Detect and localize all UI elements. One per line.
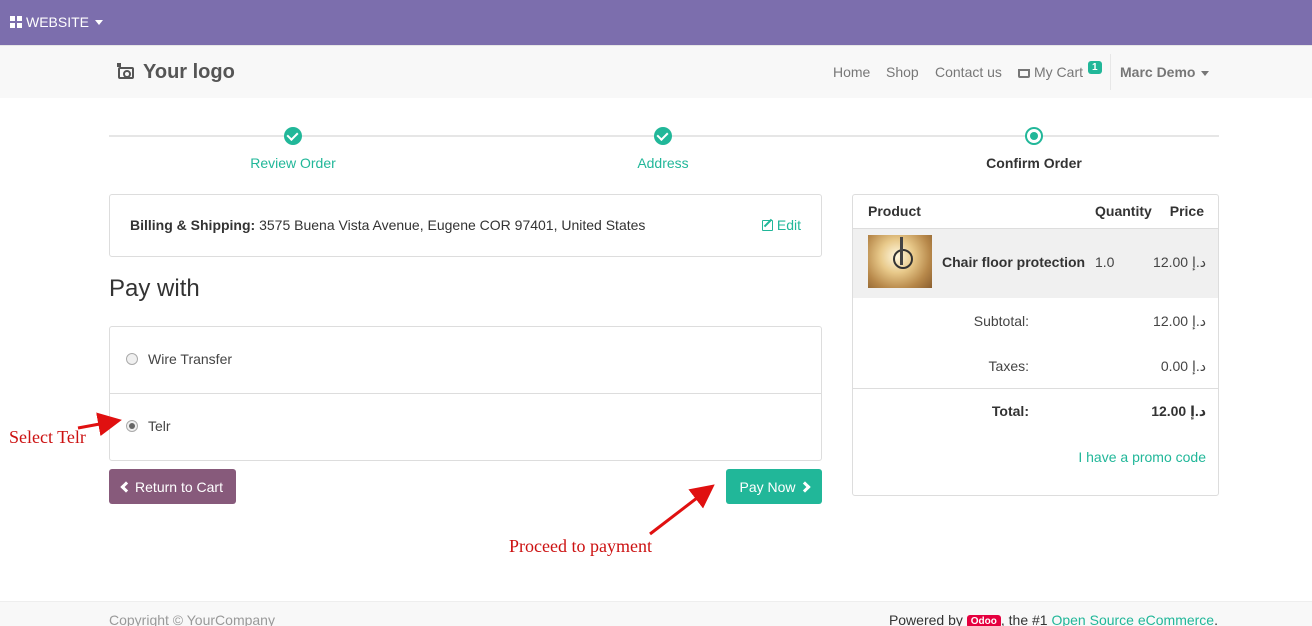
billing-address: Billing & Shipping: 3575 Buena Vista Ave… [130, 217, 645, 233]
payment-method-telr[interactable]: Telr [110, 394, 821, 461]
billing-shipping-box: Billing & Shipping: 3575 Buena Vista Ave… [109, 194, 822, 257]
total-value: 12.00 د.إ [1151, 403, 1206, 419]
taxes-label: Taxes: [988, 358, 1029, 374]
site-logo[interactable]: Your logo [117, 61, 235, 84]
total-label: Total: [991, 403, 1029, 419]
user-menu[interactable]: Marc Demo [1120, 64, 1210, 80]
taxes-value: 0.00 د.إ [1160, 358, 1206, 374]
edit-label: Edit [776, 217, 801, 233]
admin-bar: WEBSITE [0, 0, 1312, 45]
annotation-select-telr: Select Telr [9, 427, 86, 447]
camera-icon [117, 62, 134, 79]
edit-icon [761, 220, 773, 231]
payment-method-wire-transfer[interactable]: Wire Transfer [110, 327, 821, 394]
order-summary: Product Quantity Price Chair floor prote… [852, 194, 1219, 496]
telr-radio[interactable] [126, 420, 138, 432]
subtotal-value: 12.00 د.إ [1153, 313, 1206, 329]
billing-label: Billing & Shipping: [130, 217, 256, 233]
chevron-right-icon [798, 480, 811, 493]
step-confirm-current-icon [1025, 127, 1043, 145]
step-address[interactable]: Address [563, 155, 763, 171]
summary-product-row: Chair floor protection 1.0 12.00 د.إ [853, 228, 1218, 298]
annotation-proceed-payment: Proceed to payment [509, 536, 652, 556]
product-image [868, 235, 932, 288]
billing-address-value: 3575 Buena Vista Avenue, Eugene COR 9740… [259, 217, 646, 233]
website-menu[interactable]: WEBSITE [10, 14, 104, 30]
nav-shop[interactable]: Shop [886, 64, 919, 80]
cart-count-badge: 1 [1088, 61, 1102, 74]
powered-suffix: . [1214, 612, 1218, 626]
caret-down-icon [1201, 70, 1210, 76]
step-address-check-icon [654, 127, 672, 145]
navbar: Your logo Home Shop Contact us My Cart 1… [0, 45, 1312, 98]
summary-header-quantity: Quantity [1095, 203, 1152, 219]
nav-home[interactable]: Home [833, 64, 870, 80]
nav-cart-label: My Cart [1034, 64, 1083, 80]
chevron-left-icon [120, 480, 132, 493]
odoo-logo[interactable]: Odoo [966, 615, 1001, 626]
copyright: Copyright © YourCompany [109, 612, 275, 626]
step-confirm-order: Confirm Order [986, 155, 1082, 171]
product-price: 12.00 د.إ [1153, 254, 1206, 270]
logo-text: Your logo [143, 61, 235, 83]
product-name: Chair floor protection [942, 254, 1086, 270]
return-to-cart-button[interactable]: Return to Cart [109, 469, 236, 504]
step-review-order[interactable]: Review Order [193, 155, 393, 171]
powered-by: Powered by Odoo, the #1 Open Source eCom… [889, 612, 1218, 626]
powered-middle: , the #1 [1000, 612, 1048, 626]
powered-prefix: Powered by [888, 612, 963, 626]
promo-code-link[interactable]: I have a promo code [1078, 449, 1206, 465]
telr-label: Telr [148, 418, 171, 434]
pay-with-heading: Pay with [109, 275, 200, 302]
caret-down-icon [95, 19, 104, 25]
return-to-cart-label: Return to Cart [135, 478, 223, 495]
cart-icon [1018, 69, 1030, 78]
summary-divider [853, 388, 1218, 389]
wire-transfer-label: Wire Transfer [148, 351, 233, 367]
wire-transfer-radio[interactable] [126, 353, 138, 365]
grid-icon [10, 16, 22, 28]
ecommerce-link[interactable]: Open Source eCommerce [1051, 612, 1214, 626]
product-quantity: 1.0 [1095, 254, 1115, 270]
subtotal-label: Subtotal: [973, 313, 1029, 329]
summary-header-price: Price [1169, 203, 1204, 219]
footer: Copyright © YourCompany Powered by Odoo,… [0, 601, 1312, 626]
website-menu-label: WEBSITE [26, 14, 90, 30]
proceed-arrow [649, 484, 715, 536]
step-review-check-icon [284, 127, 302, 145]
nav-cart[interactable]: My Cart [1018, 64, 1083, 80]
user-name: Marc Demo [1120, 64, 1196, 80]
nav-contact[interactable]: Contact us [935, 64, 1002, 80]
summary-header-product: Product [868, 203, 921, 219]
nav-divider [1110, 54, 1111, 90]
edit-address-link[interactable]: Edit [761, 217, 801, 233]
pay-now-label: Pay Now [739, 478, 796, 495]
pay-now-button[interactable]: Pay Now [726, 469, 822, 504]
payment-methods-box: Wire Transfer Telr [109, 326, 822, 461]
